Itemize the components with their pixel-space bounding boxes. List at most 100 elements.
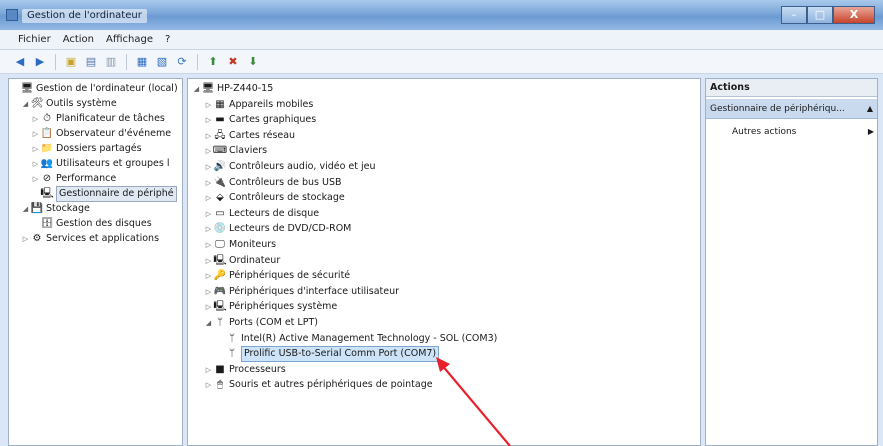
tree-item[interactable]: ▷ 🔌 Contrôleurs de bus USB (204, 176, 342, 190)
expander-icon[interactable]: ▷ (204, 300, 213, 314)
expander-icon[interactable]: ▷ (204, 144, 213, 158)
tree-item-label: Observateur d'événeme (56, 128, 172, 139)
tree-item[interactable]: ▷ ⏱ Planificateur de tâches (31, 112, 165, 126)
update-driver-icon[interactable]: ⬆ (205, 54, 221, 70)
expander-icon[interactable]: ▷ (31, 127, 40, 141)
maximize-button[interactable]: □ (807, 6, 833, 24)
tree-item[interactable]: ▷ 🖱 Souris et autres périphériques de poin… (204, 378, 433, 392)
tree-item[interactable]: ◢ ᛘ Ports (COM et LPT) (204, 316, 318, 330)
other-actions-item[interactable]: Autres actions ▶ (732, 125, 874, 139)
menu-bar: Fichier Action Affichage ? (0, 30, 883, 50)
expander-icon[interactable]: ▷ (204, 222, 213, 236)
expander-icon[interactable]: ▷ (204, 113, 213, 127)
tree-item[interactable]: ▷ 🖧 Cartes réseau (204, 129, 295, 143)
expander-icon[interactable]: ▷ (204, 363, 213, 377)
tree-item[interactable]: ᛘ Prolific USB-to-Serial Comm Port (COM7) (216, 346, 440, 363)
submenu-arrow-icon: ▶ (867, 127, 874, 136)
services-icon: ⚙ (32, 233, 42, 244)
minimize-button[interactable]: – (781, 6, 807, 24)
tree-item[interactable]: ▷ 📋 Observateur d'événeme (31, 127, 171, 141)
tree-item[interactable]: ▷ 🔊 Contrôleurs audio, vidéo et jeu (204, 160, 376, 174)
expander-icon[interactable]: ▷ (204, 176, 213, 190)
menu-affichage[interactable]: Affichage (106, 34, 153, 45)
tree-item-label: Utilisateurs et groupes l (56, 158, 170, 169)
up-folder-icon[interactable]: ▣ (63, 54, 79, 70)
scan-hardware-icon[interactable]: ⟳ (174, 54, 190, 70)
tree-item[interactable]: ▷ 💿 Lecteurs de DVD/CD-ROM (204, 222, 352, 236)
tree-item[interactable]: ▷ ⚙ Services et applications (21, 232, 159, 246)
expander-icon[interactable]: ▷ (204, 269, 213, 283)
tree-item[interactable]: ▷ 🖳 Périphériques système (204, 300, 337, 314)
menu-fichier[interactable]: Fichier (18, 34, 51, 45)
computer-management-icon (6, 9, 18, 21)
tools-icon: 🛠 (30, 98, 44, 109)
enable-device-icon[interactable]: ⬇ (245, 54, 261, 70)
tree-item-label: Gestionnaire de périphé (56, 186, 177, 202)
expander-icon[interactable]: ▷ (204, 160, 213, 174)
expander-icon[interactable]: ▷ (204, 98, 213, 112)
tree-item[interactable]: 🖥 Gestion de l'ordinateur (local) (11, 82, 178, 96)
expander-icon[interactable]: ◢ (204, 316, 213, 330)
tree-item[interactable]: ᛘ Intel(R) Active Management Technology -… (216, 332, 497, 346)
expander-icon[interactable]: ▷ (204, 378, 213, 392)
console-tree-pane[interactable]: 🖥 Gestion de l'ordinateur (local) ◢ 🛠 Outils… (8, 78, 183, 446)
tree-item[interactable]: ▷ 🔑 Périphériques de sécurité (204, 269, 350, 283)
expander-icon[interactable]: ▷ (204, 238, 213, 252)
tree-item[interactable]: ◢ 🖥 HP-Z440-15 (192, 82, 273, 96)
expander-icon[interactable]: ▷ (204, 191, 213, 205)
expander-icon[interactable]: ◢ (192, 82, 201, 96)
tree-item-label: Appareils mobiles (229, 98, 314, 110)
tree-item-label: Intel(R) Active Management Technology - … (241, 332, 498, 344)
tree-item-label: Lecteurs de disque (229, 207, 320, 219)
title-bar[interactable]: Gestion de l'ordinateur – □ X (0, 0, 883, 30)
tree-item[interactable]: ◢ 🛠 Outils système (21, 97, 117, 111)
expander-icon[interactable]: ▷ (21, 232, 30, 246)
expander-icon[interactable]: ▷ (204, 207, 213, 221)
tree-item-label: Gestion des disques (56, 218, 152, 229)
tree-item[interactable]: 🗄 Gestion des disques (31, 217, 152, 231)
close-button[interactable]: X (833, 6, 875, 24)
back-icon[interactable]: ◀ (12, 54, 28, 70)
expander-icon[interactable]: ▷ (204, 254, 213, 268)
expander-icon[interactable]: ▷ (31, 112, 40, 126)
collapse-icon[interactable]: ▲ (867, 99, 873, 119)
tree-item[interactable]: ▷ ⌨ Claviers (204, 144, 267, 158)
disk-drive-icon: ▭ (215, 207, 225, 219)
expander-icon[interactable]: ▷ (204, 285, 213, 299)
users-icon: 👥 (40, 158, 54, 169)
tree-item[interactable]: ▷ ⬙ Contrôleurs de stockage (204, 191, 345, 205)
tree-item[interactable]: 🖳 Gestionnaire de périphé (31, 186, 177, 202)
tree-item[interactable]: ▷ 🎮 Périphériques d'interface utilisateur (204, 285, 399, 299)
device-list-pane[interactable]: ◢ 🖥 HP-Z440-15 ▷ ▦ Appareils mobiles ▷ ▬ Cartes … (187, 78, 701, 446)
device-manager-icon: 🖳 (40, 188, 54, 199)
expander-icon[interactable]: ◢ (21, 202, 30, 216)
tree-item[interactable]: ▷ 🖳 Ordinateur (204, 254, 280, 268)
hid-icon: 🎮 (213, 285, 227, 297)
tree-item[interactable]: ▷ ⊘ Performance (31, 172, 116, 186)
menu-action[interactable]: Action (63, 34, 94, 45)
tree-item-label: Contrôleurs de bus USB (229, 176, 342, 188)
tree-item[interactable]: ▷ 📁 Dossiers partagés (31, 142, 142, 156)
tree-item[interactable]: ◢ 💾 Stockage (21, 202, 90, 216)
actions-section-device-manager[interactable]: Gestionnaire de périphériqu... ▲ (706, 99, 877, 119)
forward-icon[interactable]: ▶ (32, 54, 48, 70)
tree-item[interactable]: ▷ ▦ Appareils mobiles (204, 98, 314, 112)
help-icon[interactable]: ▦ (134, 54, 150, 70)
show-hide-tree-icon[interactable]: ▤ (83, 54, 99, 70)
uninstall-icon[interactable]: ✖ (225, 54, 241, 70)
tree-item[interactable]: ▷ ■ Processeurs (204, 363, 286, 377)
tree-item[interactable]: ▷ ▬ Cartes graphiques (204, 113, 316, 127)
expander-icon[interactable]: ▷ (204, 129, 213, 143)
window-title: Gestion de l'ordinateur (22, 9, 147, 23)
tree-item[interactable]: ▷ 👥 Utilisateurs et groupes l (31, 157, 170, 171)
menu-help[interactable]: ? (165, 34, 170, 45)
properties-icon[interactable]: ▧ (154, 54, 170, 70)
network-card-icon: 🖧 (214, 129, 226, 141)
expander-icon[interactable]: ▷ (31, 142, 40, 156)
expander-icon[interactable]: ▷ (31, 157, 40, 171)
list-view-icon[interactable]: ▥ (103, 54, 119, 70)
tree-item[interactable]: ▷ 🖵 Moniteurs (204, 238, 276, 252)
tree-item[interactable]: ▷ ▭ Lecteurs de disque (204, 207, 319, 221)
expander-icon[interactable]: ◢ (21, 97, 30, 111)
expander-icon[interactable]: ▷ (31, 172, 40, 186)
